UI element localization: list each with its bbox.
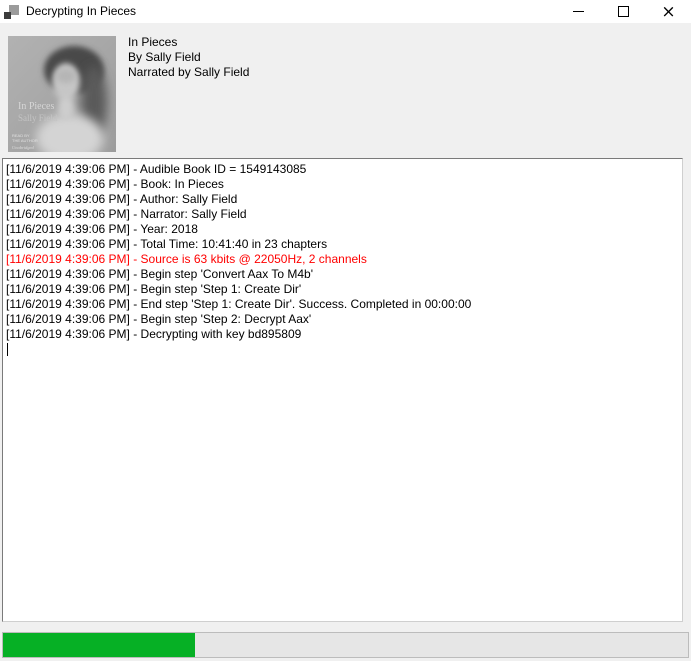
close-button[interactable]: × (646, 0, 691, 23)
minimize-button[interactable] (556, 0, 601, 23)
log-line: [11/6/2019 4:39:06 PM] - Decrypting with… (6, 327, 680, 342)
app-icon-dark-square (4, 12, 11, 19)
log-line: [11/6/2019 4:39:06 PM] - Audible Book ID… (6, 162, 680, 177)
log-line: [11/6/2019 4:39:06 PM] - Begin step 'Ste… (6, 282, 680, 297)
text-caret (7, 343, 8, 356)
maximize-button[interactable] (601, 0, 646, 23)
maximize-icon (618, 6, 629, 17)
title-bar[interactable]: Decrypting In Pieces × (0, 0, 691, 23)
cover-title: In Pieces (18, 101, 54, 112)
log-output[interactable]: [11/6/2019 4:39:06 PM] - Audible Book ID… (2, 158, 683, 622)
window-controls: × (556, 0, 691, 23)
book-cover-image: In Pieces Sally Field READ BY THE AUTHOR… (8, 36, 116, 152)
log-line: [11/6/2019 4:39:06 PM] - Author: Sally F… (6, 192, 680, 207)
app-icon (4, 4, 20, 20)
log-line: [11/6/2019 4:39:06 PM] - Narrator: Sally… (6, 207, 680, 222)
window-title: Decrypting In Pieces (26, 0, 136, 23)
book-author-label: By Sally Field (128, 50, 249, 65)
progress-fill (3, 633, 195, 657)
book-cover-art: In Pieces Sally Field READ BY THE AUTHOR… (8, 36, 116, 152)
app-window: Decrypting In Pieces × (0, 0, 691, 661)
log-line: [11/6/2019 4:39:06 PM] - Begin step 'Ste… (6, 312, 680, 327)
log-line: [11/6/2019 4:39:06 PM] - Total Time: 10:… (6, 237, 680, 252)
book-title-label: In Pieces (128, 35, 249, 50)
log-line-error: [11/6/2019 4:39:06 PM] - Source is 63 kb… (6, 252, 680, 267)
log-line: [11/6/2019 4:39:06 PM] - Begin step 'Con… (6, 267, 680, 282)
cover-author: Sally Field (18, 113, 58, 123)
log-line: [11/6/2019 4:39:06 PM] - Book: In Pieces (6, 177, 680, 192)
log-line: [11/6/2019 4:39:06 PM] - End step 'Step … (6, 297, 680, 312)
cover-edition: Unabridged (12, 145, 34, 150)
cover-tagline-2: THE AUTHOR (12, 138, 38, 143)
book-info: In Pieces By Sally Field Narrated by Sal… (128, 35, 249, 80)
book-narrator-label: Narrated by Sally Field (128, 65, 249, 80)
minimize-icon (573, 11, 584, 12)
progress-bar (2, 632, 689, 658)
log-line: [11/6/2019 4:39:06 PM] - Year: 2018 (6, 222, 680, 237)
